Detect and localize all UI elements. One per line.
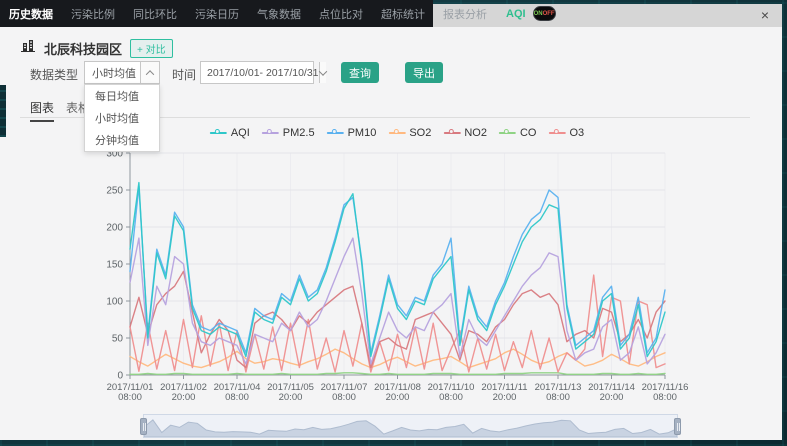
- svg-text:250: 250: [106, 186, 123, 197]
- svg-text:0: 0: [117, 371, 123, 382]
- tab-chart-view[interactable]: 图表: [30, 99, 54, 122]
- legend-item-NO2[interactable]: NO2: [443, 127, 487, 139]
- nav-menu: 历史数据污染比例同比环比污染日历气象数据点位比对超标统计报表分析: [0, 0, 496, 27]
- legend-marker-icon: [499, 129, 516, 138]
- toggle-on-label: ON: [534, 11, 543, 17]
- svg-text:20:00: 20:00: [279, 392, 303, 403]
- svg-text:20:00: 20:00: [386, 392, 410, 403]
- svg-text:08:00: 08:00: [225, 392, 249, 403]
- station-header: 北辰科技园区 + 对比: [20, 38, 173, 58]
- svg-text:08:00: 08:00: [439, 392, 463, 403]
- time-label: 时间: [172, 66, 196, 83]
- legend-label: NO2: [464, 127, 487, 139]
- legend-item-O3[interactable]: O3: [548, 127, 584, 139]
- toggle-off-label: OFF: [543, 11, 555, 17]
- data-type-select[interactable]: 小时均值: [84, 61, 160, 84]
- query-button[interactable]: 查询: [341, 62, 379, 83]
- nav-item-6[interactable]: 超标统计: [372, 0, 434, 27]
- datazoom-slider[interactable]: [143, 414, 678, 438]
- aqi-toggle-label: AQI: [506, 8, 526, 20]
- legend-marker-icon: [388, 129, 405, 138]
- legend-item-CO[interactable]: CO: [499, 127, 537, 139]
- legend-marker-icon: [327, 129, 344, 138]
- legend-label: PM10: [348, 127, 377, 139]
- nav-item-3[interactable]: 污染日历: [186, 0, 248, 27]
- top-navbar: 历史数据污染比例同比环比污染日历气象数据点位比对超标统计报表分析 AQI ON …: [0, 0, 433, 27]
- legend-marker-icon: [262, 129, 279, 138]
- desktop-edge-sliver: [0, 85, 6, 137]
- export-button[interactable]: 导出: [405, 62, 443, 83]
- pollution-line-chart: 2017/11/0108:002017/11/0220:002017/11/04…: [95, 143, 735, 405]
- legend-label: AQI: [231, 127, 250, 139]
- add-compare-button[interactable]: + 对比: [130, 39, 173, 58]
- legend-item-PM10[interactable]: PM10: [327, 127, 377, 139]
- svg-text:150: 150: [106, 260, 123, 271]
- svg-text:20:00: 20:00: [172, 392, 196, 403]
- svg-text:08:00: 08:00: [118, 392, 142, 403]
- nav-item-0[interactable]: 历史数据: [0, 0, 62, 27]
- data-type-option-1[interactable]: 小时均值: [85, 107, 159, 129]
- legend-marker-icon: [210, 129, 227, 138]
- building-icon: [20, 38, 36, 58]
- data-type-value: 小时均值: [85, 65, 140, 81]
- nav-item-2[interactable]: 同比环比: [124, 0, 186, 27]
- svg-text:08:00: 08:00: [546, 392, 570, 403]
- date-range-input[interactable]: 2017/10/01- 2017/10/31: [200, 61, 314, 84]
- legend-marker-icon: [443, 129, 460, 138]
- nav-item-5[interactable]: 点位比对: [310, 0, 372, 27]
- aqi-on-off-toggle[interactable]: ON OFF: [533, 6, 556, 21]
- nav-item-4[interactable]: 气象数据: [248, 0, 310, 27]
- legend-item-AQI[interactable]: AQI: [210, 127, 250, 139]
- datazoom-mini-chart: [144, 415, 677, 437]
- data-type-option-0[interactable]: 每日均值: [85, 85, 159, 107]
- date-range-value: 2017/10/01- 2017/10/31: [201, 67, 319, 79]
- svg-text:08:00: 08:00: [332, 392, 356, 403]
- chart-legend: AQI PM2.5 PM10 SO2 NO2 CO O3: [210, 127, 584, 139]
- nav-item-1[interactable]: 污染比例: [62, 0, 124, 27]
- legend-label: PM2.5: [283, 127, 315, 139]
- svg-text:200: 200: [106, 223, 123, 234]
- chevron-down-icon[interactable]: [319, 62, 326, 83]
- svg-text:50: 50: [112, 334, 124, 345]
- nav-item-7[interactable]: 报表分析: [434, 0, 496, 27]
- svg-text:100: 100: [106, 297, 123, 308]
- svg-text:08:00: 08:00: [653, 392, 677, 403]
- station-name: 北辰科技园区: [44, 39, 122, 58]
- desktop-background: 历史数据污染比例同比环比污染日历气象数据点位比对超标统计报表分析 AQI ON …: [0, 0, 787, 446]
- datazoom-left-handle[interactable]: [140, 418, 147, 435]
- svg-text:20:00: 20:00: [493, 392, 517, 403]
- datazoom-right-handle[interactable]: [674, 418, 681, 435]
- data-type-label: 数据类型: [30, 66, 78, 83]
- legend-item-PM2.5[interactable]: PM2.5: [262, 127, 315, 139]
- legend-label: O3: [569, 127, 584, 139]
- chevron-up-icon[interactable]: [140, 62, 159, 83]
- legend-item-SO2[interactable]: SO2: [388, 127, 431, 139]
- svg-text:20:00: 20:00: [600, 392, 624, 403]
- close-icon[interactable]: ×: [756, 6, 774, 24]
- legend-label: SO2: [409, 127, 431, 139]
- legend-label: CO: [520, 127, 537, 139]
- legend-marker-icon: [548, 129, 565, 138]
- data-type-dropdown: 每日均值小时均值分钟均值: [84, 84, 160, 152]
- data-type-option-2[interactable]: 分钟均值: [85, 129, 159, 151]
